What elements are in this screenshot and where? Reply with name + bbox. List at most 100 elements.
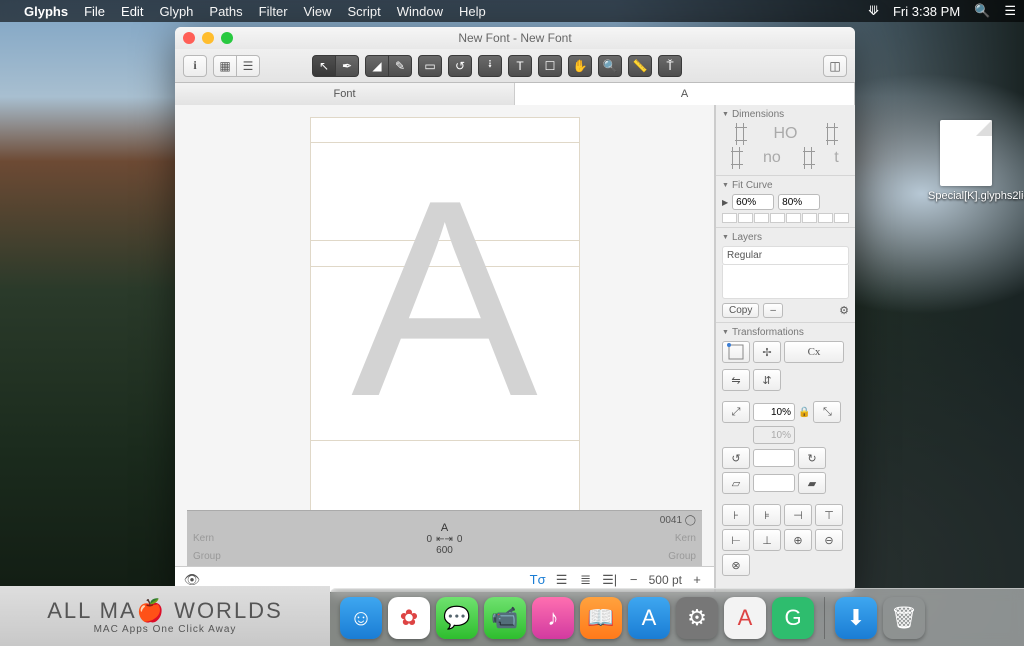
zoom-value[interactable]: 500 pt [649, 573, 682, 587]
scale-down-button[interactable]: ⤢ [722, 401, 750, 423]
pen-tool[interactable]: ✒ [335, 55, 359, 77]
layer-copy-button[interactable]: Copy [722, 303, 759, 318]
lsb-value[interactable]: 0 [427, 534, 433, 545]
layers-header[interactable]: Layers [722, 232, 849, 243]
menu-window[interactable]: Window [397, 4, 443, 19]
origin-picker[interactable] [722, 341, 750, 363]
slant-left-button[interactable]: ▱ [722, 472, 750, 494]
center-picker[interactable]: ✢ [753, 341, 781, 363]
menu-filter[interactable]: Filter [259, 4, 288, 19]
dock-appstore[interactable]: A [628, 597, 670, 639]
menu-edit[interactable]: Edit [121, 4, 143, 19]
rotate-tool[interactable]: ↺ [448, 55, 472, 77]
bool-union-button[interactable]: ⊕ [784, 529, 812, 551]
window-close[interactable] [183, 32, 195, 44]
glyph-cell[interactable]: A [310, 117, 580, 510]
dock-glyphs[interactable]: A [724, 597, 766, 639]
align-c-button[interactable]: ⊧ [753, 504, 781, 526]
menu-file[interactable]: File [84, 4, 105, 19]
layers-gear-icon[interactable]: ⚙ [839, 304, 849, 317]
erase-tool[interactable]: ◢ [365, 55, 389, 77]
dock-grammarly[interactable]: G [772, 597, 814, 639]
glyph-name[interactable]: A [441, 522, 448, 534]
titlebar[interactable]: New Font - New Font [175, 27, 855, 49]
desktop-file[interactable]: Special[K].glyphs2license [928, 120, 1004, 203]
mirror-v-button[interactable]: ⇵ [753, 369, 781, 391]
info-button[interactable]: i [183, 55, 207, 77]
dock-trash[interactable]: 🗑 [883, 597, 925, 639]
window-zoom[interactable] [221, 32, 233, 44]
window-minimize[interactable] [202, 32, 214, 44]
tab-font[interactable]: Font [175, 83, 515, 105]
dock-ibooks[interactable]: 📖 [580, 597, 622, 639]
scale-up-button[interactable]: ⤡ [813, 401, 841, 423]
list-view-button[interactable]: ☰ [236, 55, 260, 77]
app-window: New Font - New Font i ▦ ☰ ↖ ✒ ◢ ✎ ▭ ↺ ⭭ … [175, 27, 855, 592]
sidebar-toggle[interactable]: ◫ [823, 55, 847, 77]
scale-input-2[interactable] [753, 426, 795, 444]
tab-glyph[interactable]: A [515, 83, 855, 105]
scale-input[interactable] [753, 403, 795, 421]
glyph-width[interactable]: 600 [436, 545, 453, 556]
bool-subtract-button[interactable]: ⊖ [815, 529, 843, 551]
menu-paths[interactable]: Paths [209, 4, 242, 19]
dock-settings[interactable]: ⚙ [676, 597, 718, 639]
pencil-tool[interactable]: ✎ [388, 55, 412, 77]
app-menu[interactable]: Glyphs [24, 4, 68, 19]
fitcurve-high[interactable] [778, 194, 820, 210]
menubar-notification-icon[interactable]: ☰ [1004, 3, 1016, 19]
select-tool[interactable]: ↖ [312, 55, 336, 77]
reference-glyph[interactable]: Cx [784, 341, 844, 363]
canvas[interactable]: A [175, 105, 714, 510]
dock-photos[interactable]: ✿ [388, 597, 430, 639]
menu-view[interactable]: View [304, 4, 332, 19]
fitcurve-header[interactable]: Fit Curve [722, 180, 849, 191]
hand-tool[interactable]: ✋ [568, 55, 592, 77]
menubar-spotlight-icon[interactable]: 🔍 [974, 3, 990, 19]
glyph-outline: A [351, 159, 538, 439]
dimensions-header[interactable]: Dimensions [722, 109, 849, 120]
grid-view-button[interactable]: ▦ [213, 55, 237, 77]
dock-messages[interactable]: 💬 [436, 597, 478, 639]
align-m-button[interactable]: ⊢ [722, 529, 750, 551]
align-l-button[interactable]: ⊦ [722, 504, 750, 526]
align-t-button[interactable]: ⊤ [815, 504, 843, 526]
dimensions-grid[interactable]: HO not [722, 123, 849, 169]
layer-regular[interactable]: Regular [722, 246, 849, 265]
layer-remove-button[interactable]: – [763, 303, 783, 318]
rotate-ccw-button[interactable]: ↺ [722, 447, 750, 469]
dock-finder[interactable]: ☺ [340, 597, 382, 639]
rotate-input[interactable] [753, 449, 795, 467]
dock-facetime[interactable]: 📹 [484, 597, 526, 639]
menu-glyph[interactable]: Glyph [159, 4, 193, 19]
fitcurve-low[interactable] [732, 194, 774, 210]
tabbar: Font A [175, 83, 855, 105]
annotate-tool[interactable]: ☐ [538, 55, 562, 77]
glyph-unicode[interactable]: 0041 ◯ [660, 515, 696, 526]
fit-play-icon[interactable]: ▶ [722, 198, 728, 207]
truetype-tool[interactable]: Ť [658, 55, 682, 77]
rotate-cw-button[interactable]: ↻ [798, 447, 826, 469]
fitcurve-steps[interactable] [722, 213, 849, 223]
measure-tool[interactable]: 📏 [628, 55, 652, 77]
slant-right-button[interactable]: ▰ [798, 472, 826, 494]
menu-script[interactable]: Script [348, 4, 381, 19]
align-r-button[interactable]: ⊣ [784, 504, 812, 526]
bool-intersect-button[interactable]: ⊗ [722, 554, 750, 576]
lock-icon[interactable]: 🔒 [798, 407, 810, 418]
transforms-header[interactable]: Transformations [722, 327, 849, 338]
zoom-tool[interactable]: 🔍 [598, 55, 622, 77]
rsb-value[interactable]: 0 [457, 534, 463, 545]
primitives-tool[interactable]: ▭ [418, 55, 442, 77]
window-title: New Font - New Font [458, 31, 571, 45]
align-b-button[interactable]: ⊥ [753, 529, 781, 551]
menubar-airdrop-icon[interactable]: ⟱ [868, 3, 879, 19]
dock-downloads[interactable]: ⬇ [835, 597, 877, 639]
mirror-h-button[interactable]: ⇋ [722, 369, 750, 391]
slant-input[interactable] [753, 474, 795, 492]
dock-itunes[interactable]: ♪ [532, 597, 574, 639]
text-tool[interactable]: T [508, 55, 532, 77]
menubar-clock[interactable]: Fri 3:38 PM [893, 4, 960, 19]
knife-tool[interactable]: ⭭ [478, 55, 502, 77]
menu-help[interactable]: Help [459, 4, 486, 19]
